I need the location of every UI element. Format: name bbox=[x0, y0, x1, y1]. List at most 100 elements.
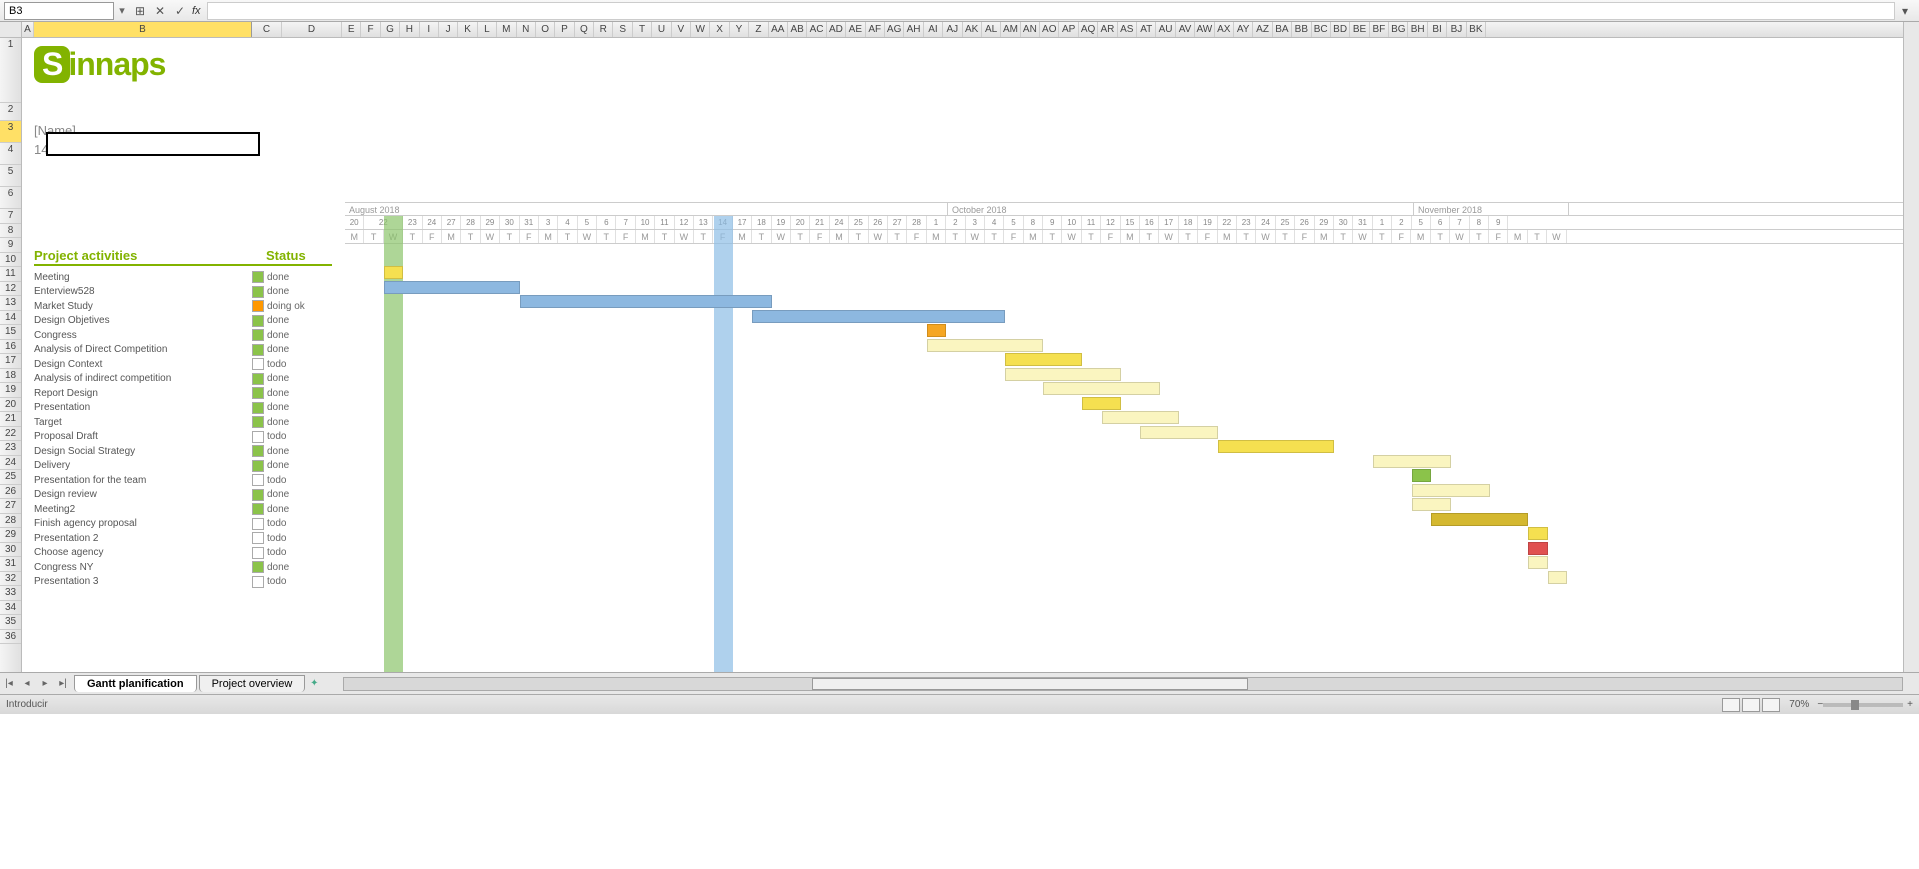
row-header-24[interactable]: 24 bbox=[0, 456, 21, 471]
tab-nav-0[interactable]: |◂ bbox=[0, 678, 18, 689]
horizontal-scrollbar[interactable] bbox=[343, 677, 1903, 691]
row-header-13[interactable]: 13 bbox=[0, 296, 21, 311]
col-header-D[interactable]: D bbox=[282, 22, 342, 37]
col-header-AB[interactable]: AB bbox=[788, 22, 807, 37]
col-header-Y[interactable]: Y bbox=[730, 22, 749, 37]
col-header-AT[interactable]: AT bbox=[1137, 22, 1156, 37]
activity-row[interactable]: Enterview528done bbox=[34, 285, 332, 300]
gantt-bar[interactable] bbox=[1528, 527, 1547, 540]
gantt-bar[interactable] bbox=[1373, 455, 1451, 468]
col-header-AG[interactable]: AG bbox=[885, 22, 904, 37]
col-header-P[interactable]: P bbox=[555, 22, 574, 37]
col-header-AV[interactable]: AV bbox=[1176, 22, 1195, 37]
col-header-K[interactable]: K bbox=[458, 22, 477, 37]
gantt-bar[interactable] bbox=[1005, 368, 1121, 381]
activity-row[interactable]: Market Studydoing ok bbox=[34, 299, 332, 314]
col-header-R[interactable]: R bbox=[594, 22, 613, 37]
row-header-21[interactable]: 21 bbox=[0, 412, 21, 427]
row-header-6[interactable]: 6 bbox=[0, 187, 21, 209]
row-header-15[interactable]: 15 bbox=[0, 325, 21, 340]
col-header-BA[interactable]: BA bbox=[1273, 22, 1292, 37]
row-header-36[interactable]: 36 bbox=[0, 630, 21, 645]
hscroll-thumb[interactable] bbox=[812, 678, 1248, 690]
gantt-bar[interactable] bbox=[1548, 571, 1567, 584]
view-normal-icon[interactable] bbox=[1722, 698, 1740, 712]
row-header-28[interactable]: 28 bbox=[0, 514, 21, 529]
select-all-corner[interactable] bbox=[0, 22, 22, 38]
row-header-33[interactable]: 33 bbox=[0, 586, 21, 601]
col-header-Z[interactable]: Z bbox=[749, 22, 768, 37]
row-header-7[interactable]: 7 bbox=[0, 209, 21, 224]
col-header-AZ[interactable]: AZ bbox=[1253, 22, 1272, 37]
row-header-11[interactable]: 11 bbox=[0, 267, 21, 282]
col-header-I[interactable]: I bbox=[420, 22, 439, 37]
row-header-25[interactable]: 25 bbox=[0, 470, 21, 485]
col-header-N[interactable]: N bbox=[517, 22, 536, 37]
row-header-26[interactable]: 26 bbox=[0, 485, 21, 500]
gantt-bar[interactable] bbox=[1043, 382, 1159, 395]
row-header-4[interactable]: 4 bbox=[0, 143, 21, 165]
row-header-1[interactable]: 1 bbox=[0, 38, 21, 103]
row-header-3[interactable]: 3 bbox=[0, 121, 21, 143]
row-header-14[interactable]: 14 bbox=[0, 311, 21, 326]
col-header-M[interactable]: M bbox=[497, 22, 516, 37]
col-header-A[interactable]: A bbox=[22, 22, 34, 37]
gantt-bar[interactable] bbox=[1140, 426, 1218, 439]
accept-icon[interactable]: ✓ bbox=[170, 4, 190, 18]
vertical-scrollbar[interactable] bbox=[1903, 22, 1919, 672]
col-header-BK[interactable]: BK bbox=[1467, 22, 1486, 37]
col-header-J[interactable]: J bbox=[439, 22, 458, 37]
col-header-AP[interactable]: AP bbox=[1059, 22, 1078, 37]
row-header-8[interactable]: 8 bbox=[0, 224, 21, 239]
row-header-12[interactable]: 12 bbox=[0, 282, 21, 297]
col-header-G[interactable]: G bbox=[381, 22, 400, 37]
col-header-AN[interactable]: AN bbox=[1021, 22, 1040, 37]
col-header-X[interactable]: X bbox=[710, 22, 729, 37]
view-break-icon[interactable] bbox=[1762, 698, 1780, 712]
activity-row[interactable]: Targetdone bbox=[34, 415, 332, 430]
col-header-AY[interactable]: AY bbox=[1234, 22, 1253, 37]
activity-row[interactable]: Proposal Drafttodo bbox=[34, 430, 332, 445]
row-header-9[interactable]: 9 bbox=[0, 238, 21, 253]
row-header-23[interactable]: 23 bbox=[0, 441, 21, 456]
col-header-C[interactable]: C bbox=[252, 22, 282, 37]
col-header-AQ[interactable]: AQ bbox=[1079, 22, 1098, 37]
row-header-31[interactable]: 31 bbox=[0, 557, 21, 572]
col-header-BC[interactable]: BC bbox=[1312, 22, 1331, 37]
gantt-bar[interactable] bbox=[1412, 469, 1431, 482]
selected-cell-b3[interactable] bbox=[46, 132, 260, 156]
activity-row[interactable]: Congressdone bbox=[34, 328, 332, 343]
col-header-AC[interactable]: AC bbox=[807, 22, 826, 37]
activity-row[interactable]: Analysis of indirect competitiondone bbox=[34, 372, 332, 387]
sheet-tab[interactable]: Project overview bbox=[199, 675, 306, 692]
gantt-bar[interactable] bbox=[520, 295, 772, 308]
col-header-AS[interactable]: AS bbox=[1118, 22, 1137, 37]
col-header-BF[interactable]: BF bbox=[1370, 22, 1389, 37]
row-header-30[interactable]: 30 bbox=[0, 543, 21, 558]
col-header-AI[interactable]: AI bbox=[924, 22, 943, 37]
gantt-bar[interactable] bbox=[1412, 484, 1490, 497]
col-header-AL[interactable]: AL bbox=[982, 22, 1001, 37]
col-header-BE[interactable]: BE bbox=[1350, 22, 1369, 37]
col-header-F[interactable]: F bbox=[361, 22, 380, 37]
activity-row[interactable]: Meetingdone bbox=[34, 270, 332, 285]
row-header-27[interactable]: 27 bbox=[0, 499, 21, 514]
gantt-bar[interactable] bbox=[752, 310, 1004, 323]
col-header-AW[interactable]: AW bbox=[1195, 22, 1214, 37]
zoom-slider[interactable] bbox=[1823, 703, 1903, 707]
col-header-AE[interactable]: AE bbox=[846, 22, 865, 37]
col-header-AJ[interactable]: AJ bbox=[943, 22, 962, 37]
activity-row[interactable]: Report Designdone bbox=[34, 386, 332, 401]
activity-row[interactable]: Meeting2done bbox=[34, 502, 332, 517]
col-header-AH[interactable]: AH bbox=[904, 22, 923, 37]
row-header-18[interactable]: 18 bbox=[0, 369, 21, 384]
col-header-L[interactable]: L bbox=[478, 22, 497, 37]
activity-row[interactable]: Deliverydone bbox=[34, 459, 332, 474]
col-header-W[interactable]: W bbox=[691, 22, 710, 37]
col-header-S[interactable]: S bbox=[613, 22, 632, 37]
col-header-U[interactable]: U bbox=[652, 22, 671, 37]
activity-row[interactable]: Design Contexttodo bbox=[34, 357, 332, 372]
col-header-AK[interactable]: AK bbox=[963, 22, 982, 37]
gantt-bar[interactable] bbox=[1431, 513, 1528, 526]
activity-row[interactable]: Presentation 2todo bbox=[34, 531, 332, 546]
